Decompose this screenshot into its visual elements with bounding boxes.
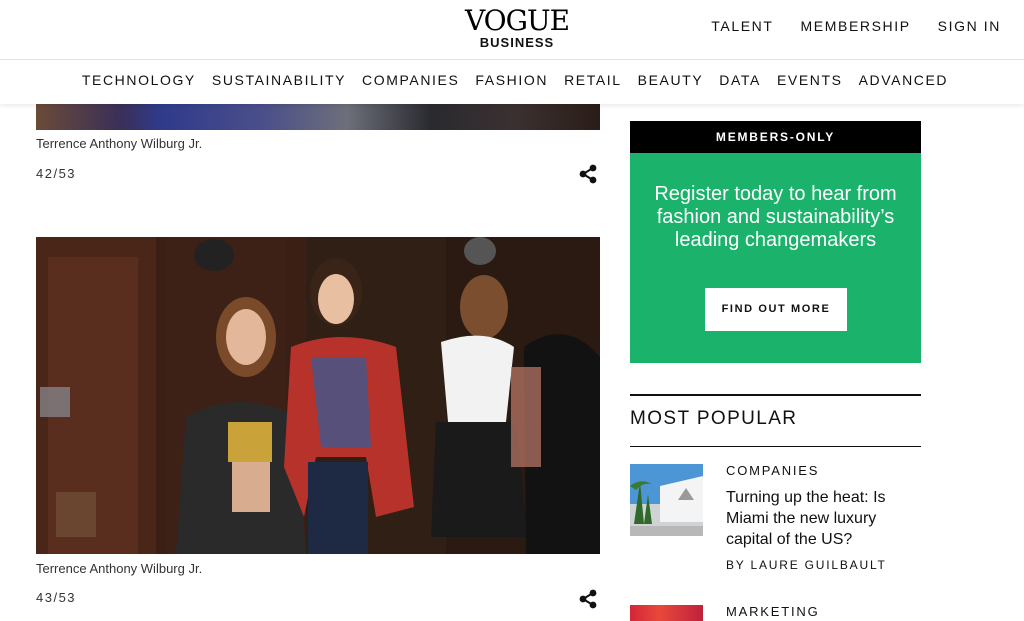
gallery-photo-43[interactable]	[36, 237, 600, 554]
nav-technology[interactable]: TECHNOLOGY	[82, 72, 196, 88]
most-popular-heading: MOST POPULAR	[630, 408, 798, 429]
members-only-ad[interactable]: MEMBERS-ONLY Register today to hear from…	[630, 121, 921, 363]
find-out-more-button[interactable]: FIND OUT MORE	[705, 288, 847, 331]
top-nav: TALENT MEMBERSHIP SIGN IN	[711, 18, 1001, 34]
nav-beauty[interactable]: BEAUTY	[638, 72, 704, 88]
article-headline[interactable]: Turning up the heat: Is Miami the new lu…	[726, 487, 916, 550]
share-icon[interactable]	[577, 163, 599, 185]
logo-sub-text: BUSINESS	[479, 35, 555, 50]
nav-retail[interactable]: RETAIL	[564, 72, 622, 88]
nav-sustainability[interactable]: SUSTAINABILITY	[212, 72, 346, 88]
divider	[630, 446, 921, 447]
logo-main-text: VOGUE	[464, 4, 570, 37]
category-nav: TECHNOLOGY SUSTAINABILITY COMPANIES FASH…	[0, 72, 1024, 88]
article-category[interactable]: COMPANIES	[726, 463, 819, 478]
photo-credit: Terrence Anthony Wilburg Jr.	[36, 561, 203, 576]
gallery-photo-42[interactable]	[36, 104, 600, 130]
ad-line: leading changemakers	[674, 229, 877, 251]
gallery-counter: 43/53	[36, 590, 77, 605]
membership-link[interactable]: MEMBERSHIP	[801, 18, 911, 34]
photo-credit: Terrence Anthony Wilburg Jr.	[36, 136, 203, 151]
gallery-counter: 42/53	[36, 166, 77, 181]
ad-line: fashion and sustainability’s	[656, 206, 895, 228]
article-category[interactable]: MARKETING	[726, 604, 819, 619]
ad-line: Register today to hear from	[654, 183, 897, 205]
article-byline: BY LAURE GUILBAULT	[726, 558, 887, 572]
miami-building-thumbnail	[630, 464, 703, 536]
talent-link[interactable]: TALENT	[711, 18, 773, 34]
article-thumbnail[interactable]	[630, 605, 703, 621]
divider	[630, 394, 921, 396]
site-header: VOGUE BUSINESS TALENT MEMBERSHIP SIGN IN	[0, 0, 1024, 60]
nav-fashion[interactable]: FASHION	[475, 72, 548, 88]
sign-in-link[interactable]: SIGN IN	[938, 18, 1001, 34]
vogue-business-logo[interactable]: VOGUE BUSINESS	[462, 6, 572, 50]
article-thumbnail[interactable]	[630, 464, 703, 536]
category-bar: TECHNOLOGY SUSTAINABILITY COMPANIES FASH…	[0, 60, 1024, 104]
share-icon[interactable]	[577, 588, 599, 610]
nav-events[interactable]: EVENTS	[777, 72, 843, 88]
ad-header: MEMBERS-ONLY	[630, 121, 921, 153]
party-photo-illustration	[36, 237, 600, 554]
nav-data[interactable]: DATA	[719, 72, 761, 88]
nav-advanced[interactable]: ADVANCED	[859, 72, 949, 88]
ad-message: Register today to hear from fashion and …	[630, 183, 921, 252]
nav-companies[interactable]: COMPANIES	[362, 72, 459, 88]
